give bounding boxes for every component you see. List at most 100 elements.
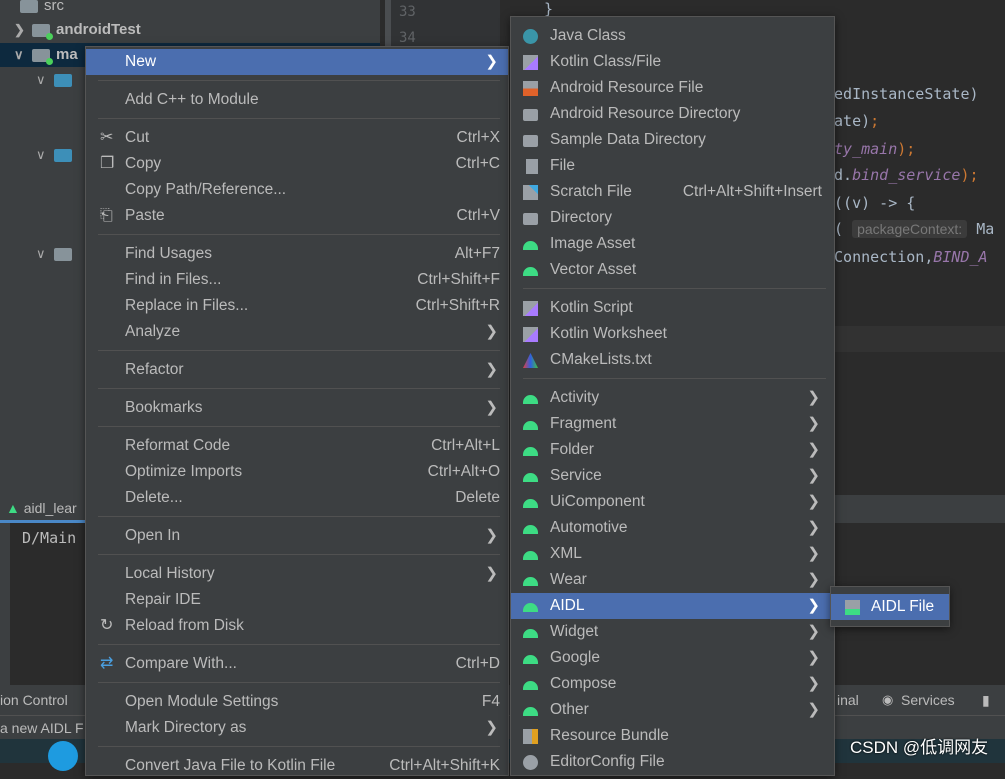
menu-item-label: Refactor	[125, 361, 184, 378]
new-item-xml[interactable]: XML ❯	[511, 541, 834, 567]
new-item-editorconfig-file[interactable]: EditorConfig File	[511, 749, 834, 775]
menu-item-paste[interactable]: ⎗ Paste Ctrl+V	[86, 203, 508, 229]
tree-item[interactable]: ∨	[36, 68, 78, 92]
menu-item-delete[interactable]: Delete... Delete	[86, 485, 508, 511]
new-item-directory[interactable]: Directory	[511, 205, 834, 231]
android-icon	[523, 655, 538, 664]
menu-item-label: Local History	[125, 565, 215, 582]
parameter-hint: packageContext:	[852, 220, 968, 238]
menu-item-convert-java-file-to-kotlin-file[interactable]: Convert Java File to Kotlin File Ctrl+Alt…	[86, 753, 508, 779]
tree-item[interactable]: ∨	[36, 242, 78, 266]
new-item-scratch-file[interactable]: Scratch File Ctrl+Alt+Shift+Insert	[511, 179, 834, 205]
menu-item-find-in-files[interactable]: Find in Files... Ctrl+Shift+F	[86, 267, 508, 293]
new-item-kotlin-worksheet[interactable]: Kotlin Worksheet	[511, 321, 834, 347]
new-item-folder[interactable]: Folder ❯	[511, 437, 834, 463]
tree-item-src[interactable]: src	[20, 0, 64, 18]
new-item-image-asset[interactable]: Image Asset	[511, 231, 834, 257]
services-tab[interactable]: Services	[901, 685, 955, 715]
menu-item-label: Repair IDE	[125, 591, 201, 608]
menu-item-optimize-imports[interactable]: Optimize Imports Ctrl+Alt+O	[86, 459, 508, 485]
new-item-android-resource-directory[interactable]: Android Resource Directory	[511, 101, 834, 127]
shortcut: Delete	[455, 489, 500, 506]
menu-item-analyze[interactable]: Analyze ❯	[86, 319, 508, 345]
compare-icon: ⇄	[100, 655, 114, 672]
scratch-file-icon	[523, 185, 538, 200]
menu-item-add-c-to-module[interactable]: Add C++ to Module	[86, 87, 508, 113]
edge-icon[interactable]	[48, 741, 78, 771]
code-line: ity_main);	[825, 140, 916, 158]
new-item-uicomponent[interactable]: UiComponent ❯	[511, 489, 834, 515]
menu-item-copy[interactable]: ❐ Copy Ctrl+C	[86, 151, 508, 177]
menu-item-local-history[interactable]: Local History ❯	[86, 561, 508, 587]
menu-item-reformat-code[interactable]: Reformat Code Ctrl+Alt+L	[86, 433, 508, 459]
menu-item-mark-directory-as[interactable]: Mark Directory as ❯	[86, 715, 508, 741]
new-item-kotlin-script[interactable]: Kotlin Script	[511, 295, 834, 321]
new-item-wear[interactable]: Wear ❯	[511, 567, 834, 593]
shortcut: Ctrl+Alt+L	[431, 437, 500, 454]
menu-item-label: Add C++ to Module	[125, 91, 259, 108]
menu-item-cut[interactable]: ✂ Cut Ctrl+X	[86, 125, 508, 151]
menu-item-replace-in-files[interactable]: Replace in Files... Ctrl+Shift+R	[86, 293, 508, 319]
shortcut: Ctrl+X	[456, 129, 501, 146]
new-item-resource-bundle[interactable]: Resource Bundle	[511, 723, 834, 749]
menu-item-label: Open Module Settings	[125, 693, 279, 710]
menu-separator	[86, 639, 508, 651]
kotlin-file-icon	[523, 301, 538, 316]
menu-separator	[86, 741, 508, 753]
new-item-vector-asset[interactable]: Vector Asset	[511, 257, 834, 283]
new-item-fragment[interactable]: Fragment ❯	[511, 411, 834, 437]
services-icon: ◉	[882, 692, 894, 707]
menu-item-open-module-settings[interactable]: Open Module Settings F4	[86, 689, 508, 715]
menu-item-repair-ide[interactable]: Repair IDE	[86, 587, 508, 613]
shortcut: Ctrl+V	[456, 207, 501, 224]
aidl-submenu: AIDL File	[830, 586, 950, 627]
tree-item-androidtest[interactable]: ❯ androidTest	[14, 18, 141, 42]
new-item-file[interactable]: File	[511, 153, 834, 179]
menu-separator	[86, 511, 508, 523]
new-item-service[interactable]: Service ❯	[511, 463, 834, 489]
version-control-tab[interactable]: ion Control	[0, 685, 68, 715]
android-icon	[523, 499, 538, 508]
new-item-automotive[interactable]: Automotive ❯	[511, 515, 834, 541]
new-item-activity[interactable]: Activity ❯	[511, 385, 834, 411]
new-item-compose[interactable]: Compose ❯	[511, 671, 834, 697]
shortcut: Ctrl+Alt+Shift+Insert	[682, 183, 822, 200]
folder-icon	[54, 73, 72, 87]
menu-item-find-usages[interactable]: Find Usages Alt+F7	[86, 241, 508, 267]
menu-item-reload-from-disk[interactable]: ↻ Reload from Disk	[86, 613, 508, 639]
menu-item-new[interactable]: New ❯	[86, 49, 508, 75]
android-icon	[523, 551, 538, 560]
menu-item-label: Google	[550, 649, 600, 666]
menu-item-compare-with[interactable]: ⇄ Compare With... Ctrl+D	[86, 651, 508, 677]
menu-item-refactor[interactable]: Refactor ❯	[86, 357, 508, 383]
current-line-highlight	[835, 326, 1005, 352]
menu-item-copy-path-reference[interactable]: Copy Path/Reference...	[86, 177, 508, 203]
tab-label: aidl_lear	[23, 500, 77, 516]
resource-bundle-icon	[523, 729, 538, 744]
new-item-other[interactable]: Other ❯	[511, 697, 834, 723]
watermark: CSDN @低调网友	[850, 738, 989, 757]
run-tab[interactable]: ▲ aidl_lear	[0, 495, 90, 523]
new-item-kotlin-class-file[interactable]: Kotlin Class/File	[511, 49, 834, 75]
tree-item[interactable]: ∨	[36, 143, 78, 167]
new-item-google[interactable]: Google ❯	[511, 645, 834, 671]
new-item-cmakelists-txt[interactable]: CMakeLists.txt	[511, 347, 834, 373]
folder-icon	[523, 213, 538, 225]
android-icon	[523, 447, 538, 456]
terminal-tab[interactable]: inal	[837, 685, 859, 715]
folder-icon	[54, 247, 72, 261]
new-item-android-resource-file[interactable]: Android Resource File	[511, 75, 834, 101]
menu-item-label: AIDL	[550, 597, 585, 614]
menu-separator	[86, 113, 508, 125]
new-item-aidl[interactable]: AIDL ❯	[511, 593, 834, 619]
new-item-widget[interactable]: Widget ❯	[511, 619, 834, 645]
menu-item-bookmarks[interactable]: Bookmarks ❯	[86, 395, 508, 421]
android-icon	[523, 473, 538, 482]
menu-item-label: Find Usages	[125, 245, 213, 262]
new-item-sample-data-directory[interactable]: Sample Data Directory	[511, 127, 834, 153]
menu-item-open-in[interactable]: Open In ❯	[86, 523, 508, 549]
aidl-item-aidl-file[interactable]: AIDL File	[831, 594, 949, 620]
menu-item-label: Resource Bundle	[550, 727, 669, 744]
shortcut: Ctrl+Alt+Shift+K	[389, 757, 500, 774]
new-item-java-class[interactable]: Java Class	[511, 23, 834, 49]
